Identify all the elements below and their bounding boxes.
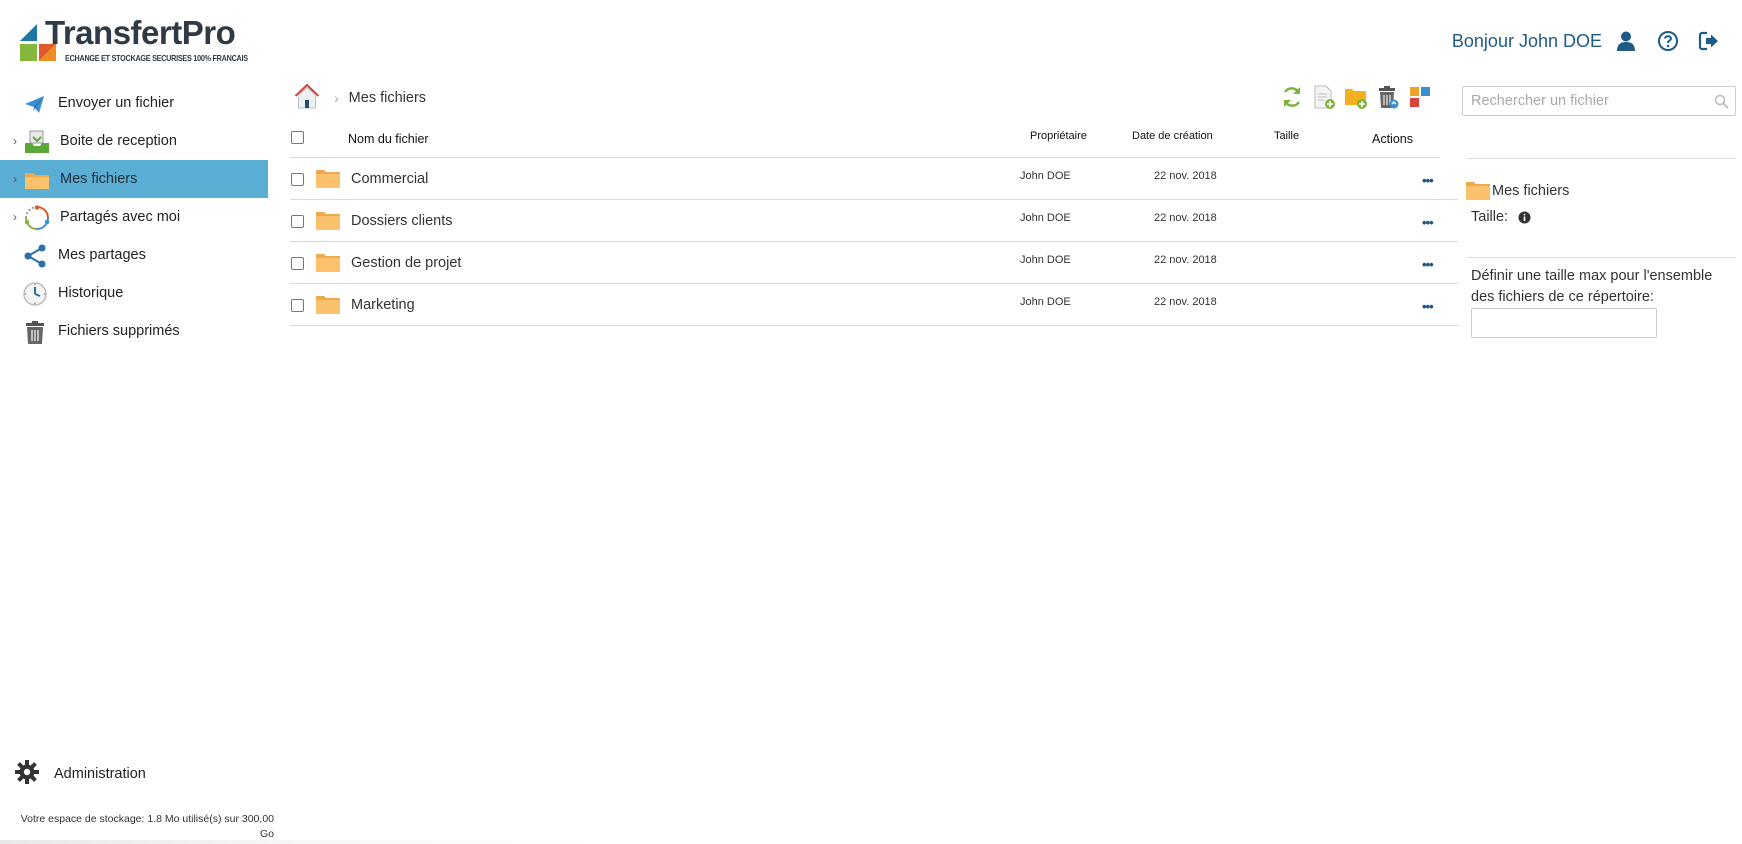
sidebar-item-label: Partagés avec moi: [60, 209, 181, 225]
file-created-date: 22 nov. 2018: [1154, 254, 1217, 266]
sidebar-item-send-file[interactable]: Envoyer un fichier: [0, 84, 268, 122]
help-icon[interactable]: [1657, 30, 1679, 52]
file-name[interactable]: Commercial: [351, 171, 428, 187]
folder-icon: [316, 294, 340, 314]
delete-icon[interactable]: [1376, 84, 1400, 110]
sidebar-item-label: Envoyer un fichier: [58, 95, 175, 111]
file-name[interactable]: Gestion de projet: [351, 255, 461, 271]
sidebar-item-label: Mes fichiers: [60, 171, 138, 187]
sidebar-item-label: Historique: [58, 285, 124, 301]
refresh-icon[interactable]: [1280, 84, 1304, 110]
chevron-right-icon[interactable]: ›: [13, 172, 17, 186]
more-actions-button[interactable]: •••: [1422, 257, 1434, 272]
file-created-date: 22 nov. 2018: [1154, 212, 1217, 224]
breadcrumb-separator: ›: [334, 90, 339, 106]
administration-label: Administration: [54, 766, 146, 782]
home-icon[interactable]: [294, 83, 320, 114]
shared-cycle-icon: [24, 205, 50, 231]
details-panel: Mes fichiers Taille: Définir une taille …: [1466, 158, 1736, 338]
max-size-input[interactable]: [1471, 308, 1657, 338]
sidebar-item-deleted-files[interactable]: Fichiers supprimés: [0, 312, 268, 350]
row-checkbox[interactable]: [291, 215, 304, 228]
file-name[interactable]: Dossiers clients: [351, 213, 453, 229]
table-header: Nom du fichier Propriétaire Date de créa…: [290, 124, 1440, 158]
chevron-right-icon[interactable]: ›: [13, 134, 17, 148]
column-header-created[interactable]: Date de création: [1132, 130, 1213, 142]
panel-size-label: Taille:: [1471, 209, 1509, 225]
sidebar-item-label: Mes partages: [58, 247, 146, 263]
file-owner: John DOE: [1020, 212, 1071, 224]
sidebar-item-history[interactable]: Historique: [0, 274, 268, 312]
sidebar-item-administration[interactable]: Administration: [14, 759, 146, 790]
select-all-checkbox[interactable]: [291, 131, 304, 144]
more-actions-button[interactable]: •••: [1422, 173, 1434, 188]
table-row[interactable]: Gestion de projet John DOE 22 nov. 2018 …: [290, 242, 1458, 284]
search-input[interactable]: [1463, 87, 1703, 115]
breadcrumb: › Mes fichiers: [294, 83, 426, 114]
file-table: Nom du fichier Propriétaire Date de créa…: [290, 124, 1458, 326]
chevron-right-icon[interactable]: ›: [13, 210, 17, 224]
file-created-date: 22 nov. 2018: [1154, 296, 1217, 308]
file-owner: John DOE: [1020, 254, 1071, 266]
share-icon: [22, 243, 48, 269]
column-header-name[interactable]: Nom du fichier: [348, 132, 429, 146]
sidebar-item-label: Fichiers supprimés: [58, 323, 180, 339]
table-row[interactable]: Dossiers clients John DOE 22 nov. 2018 •…: [290, 200, 1458, 242]
trash-icon: [22, 319, 48, 345]
sidebar: Envoyer un fichier › Boite de reception …: [0, 84, 268, 350]
folder-icon: [316, 168, 340, 188]
gear-icon: [14, 759, 40, 790]
search-icon[interactable]: [1714, 94, 1729, 109]
more-actions-button[interactable]: •••: [1422, 299, 1434, 314]
clock-icon: [22, 281, 48, 307]
column-header-owner[interactable]: Propriétaire: [1030, 130, 1087, 142]
info-icon[interactable]: [1518, 211, 1531, 224]
inbox-tray-icon: [24, 129, 50, 155]
row-checkbox[interactable]: [291, 257, 304, 270]
brand-logo[interactable]: TransfertPro ECHANGE ET STOCKAGE SECURIS…: [20, 14, 248, 68]
brand-tagline: ECHANGE ET STOCKAGE SECURISES 100% FRANC…: [65, 53, 248, 63]
storage-usage-text: Votre espace de stockage: 1.8 Mo utilisé…: [20, 812, 274, 842]
user-icon[interactable]: [1615, 30, 1637, 52]
folder-icon: [316, 210, 340, 230]
search-box: [1462, 86, 1736, 116]
brand-name: TransfertPro: [45, 14, 236, 51]
table-row[interactable]: Commercial John DOE 22 nov. 2018 •••: [290, 158, 1458, 200]
table-row[interactable]: Marketing John DOE 22 nov. 2018 •••: [290, 284, 1458, 326]
panel-folder-name: Mes fichiers: [1492, 183, 1570, 199]
sidebar-item-shared-with-me[interactable]: › Partagés avec moi: [0, 198, 268, 236]
footer-shadow: [0, 840, 600, 844]
file-created-date: 22 nov. 2018: [1154, 170, 1217, 182]
new-file-icon[interactable]: [1312, 84, 1336, 110]
file-owner: John DOE: [1020, 170, 1071, 182]
folder-icon: [1466, 180, 1490, 200]
send-plane-icon: [22, 91, 48, 117]
file-name[interactable]: Marketing: [351, 297, 415, 313]
logout-icon[interactable]: [1698, 30, 1720, 52]
storage-line: Votre espace de stockage: 1.8 Mo utilisé…: [20, 813, 274, 825]
row-checkbox[interactable]: [291, 299, 304, 312]
folder-icon: [316, 252, 340, 272]
new-folder-icon[interactable]: [1344, 84, 1368, 110]
sidebar-item-label: Boite de reception: [60, 133, 177, 149]
row-checkbox[interactable]: [291, 173, 304, 186]
view-toggle-icon[interactable]: [1408, 84, 1432, 110]
column-header-size[interactable]: Taille: [1274, 130, 1299, 142]
more-actions-button[interactable]: •••: [1422, 215, 1434, 230]
sidebar-item-my-shares[interactable]: Mes partages: [0, 236, 268, 274]
greeting-text: Bonjour John DOE: [1451, 31, 1602, 51]
folder-icon: [24, 167, 50, 193]
panel-divider: [1466, 257, 1736, 258]
sidebar-item-my-files[interactable]: › Mes fichiers: [0, 160, 268, 198]
max-size-label: Définir une taille max pour l'ensemble d…: [1471, 268, 1713, 305]
breadcrumb-current[interactable]: Mes fichiers: [349, 90, 426, 106]
file-toolbar: [1280, 84, 1432, 110]
column-header-actions: Actions: [1372, 132, 1413, 146]
sidebar-item-inbox[interactable]: › Boite de reception: [0, 122, 268, 160]
file-owner: John DOE: [1020, 296, 1071, 308]
panel-divider: [1466, 158, 1736, 159]
